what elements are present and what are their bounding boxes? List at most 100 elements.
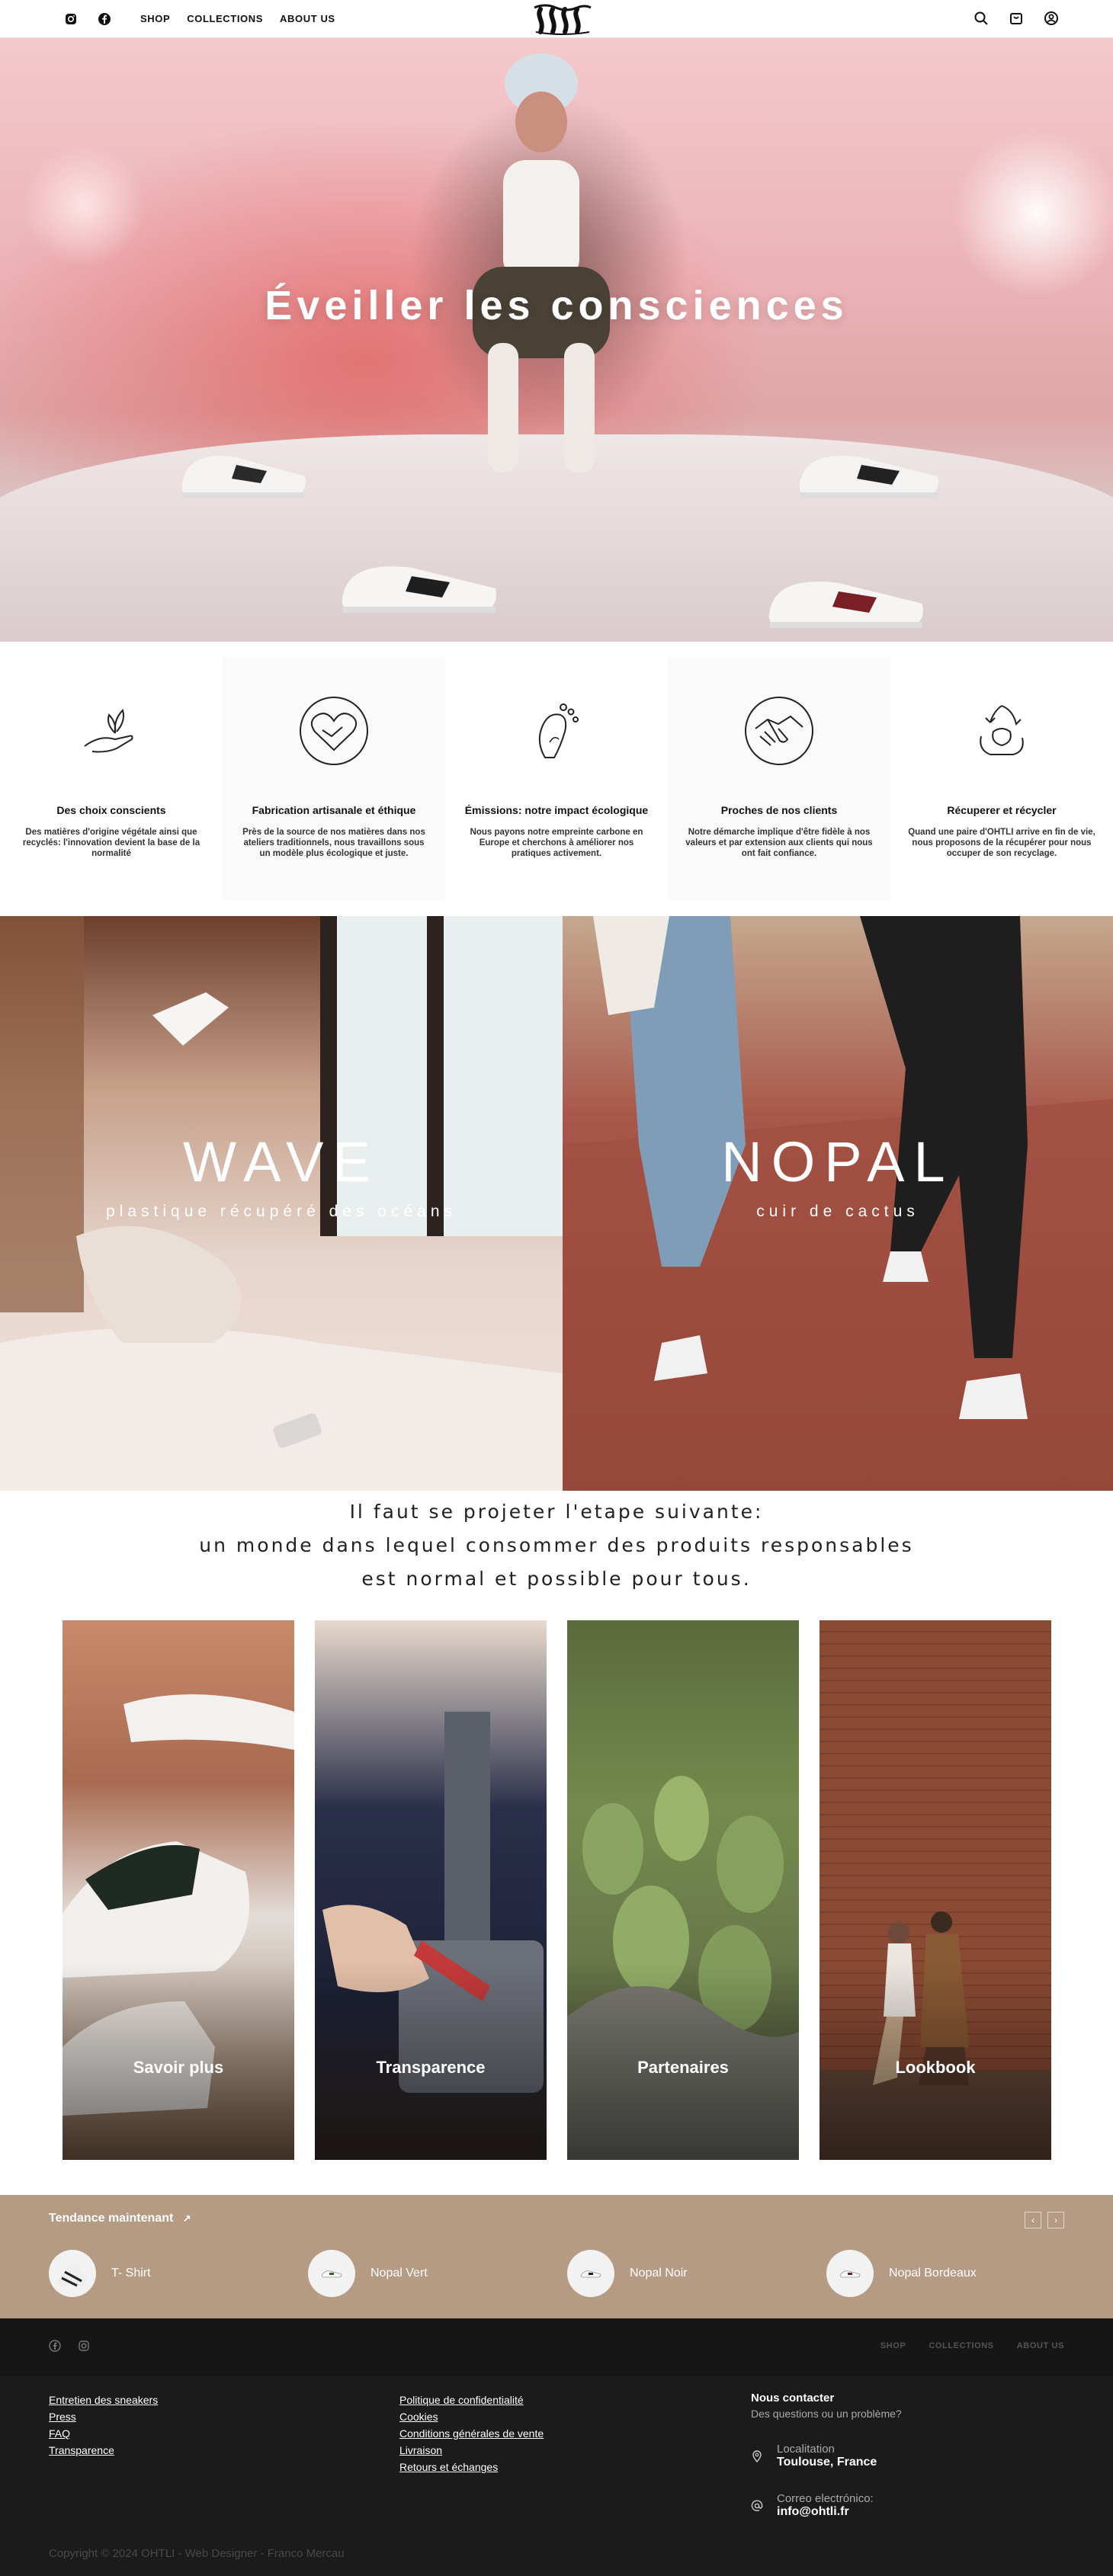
footer-link[interactable]: FAQ: [49, 2425, 158, 2442]
footer-nav-about-us[interactable]: ABOUT US: [1017, 2341, 1064, 2350]
ohtli-logo[interactable]: [530, 2, 595, 35]
main-nav: SHOP COLLECTIONS ABOUT US: [140, 13, 335, 24]
site-header: SHOP COLLECTIONS ABOUT US: [0, 0, 1113, 38]
footer-link[interactable]: Conditions générales de vente: [399, 2425, 544, 2442]
value-title: Proches de nos clients: [720, 804, 838, 816]
recycle-icon: [980, 705, 1024, 755]
site-footer: SHOP COLLECTIONS ABOUT US Entretien des …: [0, 2318, 1113, 2576]
nav-collections[interactable]: COLLECTIONS: [187, 13, 263, 24]
value-text: Près de la source de nos matières dans n…: [242, 828, 425, 858]
hero-banner: Éveiller les consciences: [0, 38, 1113, 642]
footer-contact: Nous contacter Des questions ou un probl…: [751, 2392, 902, 2519]
value-text: Nous payons notre empreinte carbone en E…: [470, 828, 643, 858]
footer-links-left: Entretien des sneakers Press FAQ Transpa…: [49, 2392, 158, 2459]
trending-arrow-icon: ↗: [182, 2212, 191, 2224]
handshake-icon: [745, 697, 813, 765]
sneaker-thumbnail: [308, 2250, 355, 2297]
hero-model-figure: [473, 53, 610, 473]
value-card: Émissions: notre impact écologique Nous …: [445, 657, 668, 901]
sneaker-thumbnail: [826, 2250, 874, 2297]
next-arrow-button[interactable]: ›: [1047, 2212, 1064, 2228]
prev-arrow-button[interactable]: ‹: [1025, 2212, 1041, 2228]
trending-item-label: Nopal Vert: [370, 2267, 428, 2280]
card-savoir-plus[interactable]: Savoir plus: [63, 1620, 294, 2160]
value-title: Récuperer et récycler: [947, 804, 1057, 816]
card-label: Lookbook: [895, 2058, 976, 2077]
instagram-icon[interactable]: [64, 12, 78, 26]
value-card: Des choix conscients Des matières d'orig…: [0, 657, 223, 901]
footer-nav: SHOP COLLECTIONS ABOUT US: [880, 2341, 1064, 2350]
collection-subtitle: plastique récupéré des océans: [105, 1203, 457, 1220]
email-value[interactable]: info@ohtli.fr: [777, 2505, 874, 2519]
footer-links-mid: Politique de confidentialité Cookies Con…: [399, 2392, 544, 2475]
value-card: Fabrication artisanale et éthique Près d…: [223, 657, 445, 901]
account-icon[interactable]: [1043, 10, 1060, 27]
header-actions: [973, 10, 1060, 27]
facebook-icon[interactable]: [49, 2340, 61, 2352]
footer-social: [49, 2340, 90, 2352]
cart-icon[interactable]: [1008, 10, 1025, 27]
copyright: Copyright © 2024 OHTLI - Web Designer - …: [49, 2547, 345, 2560]
trending-heading: Tendance maintenant ↗: [49, 2212, 191, 2225]
nav-shop[interactable]: SHOP: [140, 13, 170, 24]
card-label: Transparence: [376, 2058, 486, 2077]
trending-arrows: ‹ ›: [1025, 2212, 1064, 2228]
hero-sneaker: [181, 456, 306, 498]
hero-sneaker: [799, 456, 938, 498]
hand-plant-icon: [84, 709, 133, 753]
footer-link[interactable]: Politique de confidentialité: [399, 2392, 544, 2408]
card-transparence[interactable]: Transparence: [315, 1620, 547, 2160]
email-label: Correo electrónico:: [777, 2492, 874, 2505]
instagram-icon[interactable]: [78, 2340, 90, 2352]
collection-nopal[interactable]: NOPAL cuir de cactus: [563, 916, 1113, 1491]
trending-item[interactable]: Nopal Bordeaux: [826, 2250, 977, 2297]
header-social: [64, 12, 111, 26]
tshirt-thumbnail: [49, 2250, 96, 2297]
footer-link[interactable]: Press: [49, 2408, 158, 2425]
footprint-icon: [538, 703, 579, 758]
footer-link[interactable]: Cookies: [399, 2408, 544, 2425]
card-lookbook[interactable]: Lookbook: [820, 1620, 1051, 2160]
footer-nav-collections[interactable]: COLLECTIONS: [929, 2341, 993, 2350]
footer-link[interactable]: Entretien des sneakers: [49, 2392, 158, 2408]
footer-nav-shop[interactable]: SHOP: [880, 2341, 906, 2350]
collection-title: NOPAL: [721, 1130, 954, 1193]
contact-heading: Nous contacter: [751, 2392, 835, 2405]
mission-tagline: Il faut se projeter l'etape suivante: un…: [0, 1495, 1113, 1596]
card-label: Savoir plus: [133, 2058, 224, 2077]
footer-link[interactable]: Transparence: [49, 2442, 158, 2459]
tagline-line: Il faut se projeter l'etape suivante:: [349, 1501, 764, 1523]
trending-item-label: T- Shirt: [111, 2267, 151, 2280]
collection-subtitle: cuir de cactus: [756, 1203, 919, 1220]
value-card: Proches de nos clients Notre démarche im…: [668, 657, 890, 901]
card-label: Partenaires: [637, 2058, 729, 2077]
value-card: Récuperer et récycler Quand une paire d'…: [890, 657, 1113, 901]
trending-item[interactable]: Nopal Noir: [567, 2250, 688, 2297]
nav-about-us[interactable]: ABOUT US: [280, 13, 335, 24]
trending-section: Tendance maintenant ↗ ‹ › T- Shirt Nopal…: [0, 2195, 1113, 2318]
value-text: Des matières d'origine végétale ainsi qu…: [22, 828, 200, 858]
trending-item[interactable]: Nopal Vert: [308, 2250, 428, 2297]
values-section: Des choix conscients Des matières d'orig…: [0, 642, 1113, 916]
collection-title: WAVE: [183, 1130, 380, 1193]
at-sign-icon: [751, 2499, 763, 2512]
contact-question: Des questions ou un problème?: [751, 2408, 902, 2420]
tagline-line: un monde dans lequel consommer des produ…: [199, 1534, 914, 1556]
value-title: Fabrication artisanale et éthique: [252, 804, 416, 816]
footer-link[interactable]: Livraison: [399, 2442, 544, 2459]
footer-top-bar: SHOP COLLECTIONS ABOUT US: [0, 2318, 1113, 2376]
search-icon[interactable]: [973, 10, 990, 27]
trending-item[interactable]: T- Shirt: [49, 2250, 151, 2297]
value-text: Quand une paire d'OHTLI arrive en fin de…: [908, 828, 1095, 858]
trending-item-label: Nopal Bordeaux: [889, 2267, 977, 2280]
facebook-icon[interactable]: [98, 12, 111, 26]
sneaker-thumbnail: [567, 2250, 614, 2297]
footer-link[interactable]: Retours et échanges: [399, 2459, 544, 2475]
tagline-line: est normal et possible pour tous.: [361, 1568, 752, 1590]
location-pin-icon: [751, 2449, 763, 2462]
collection-wave[interactable]: WAVE plastique récupéré des océans: [0, 916, 563, 1491]
heart-handshake-icon: [300, 697, 368, 765]
trending-title: Tendance maintenant: [49, 2212, 174, 2225]
card-partenaires[interactable]: Partenaires: [567, 1620, 799, 2160]
location-value: Toulouse, France: [777, 2456, 877, 2469]
